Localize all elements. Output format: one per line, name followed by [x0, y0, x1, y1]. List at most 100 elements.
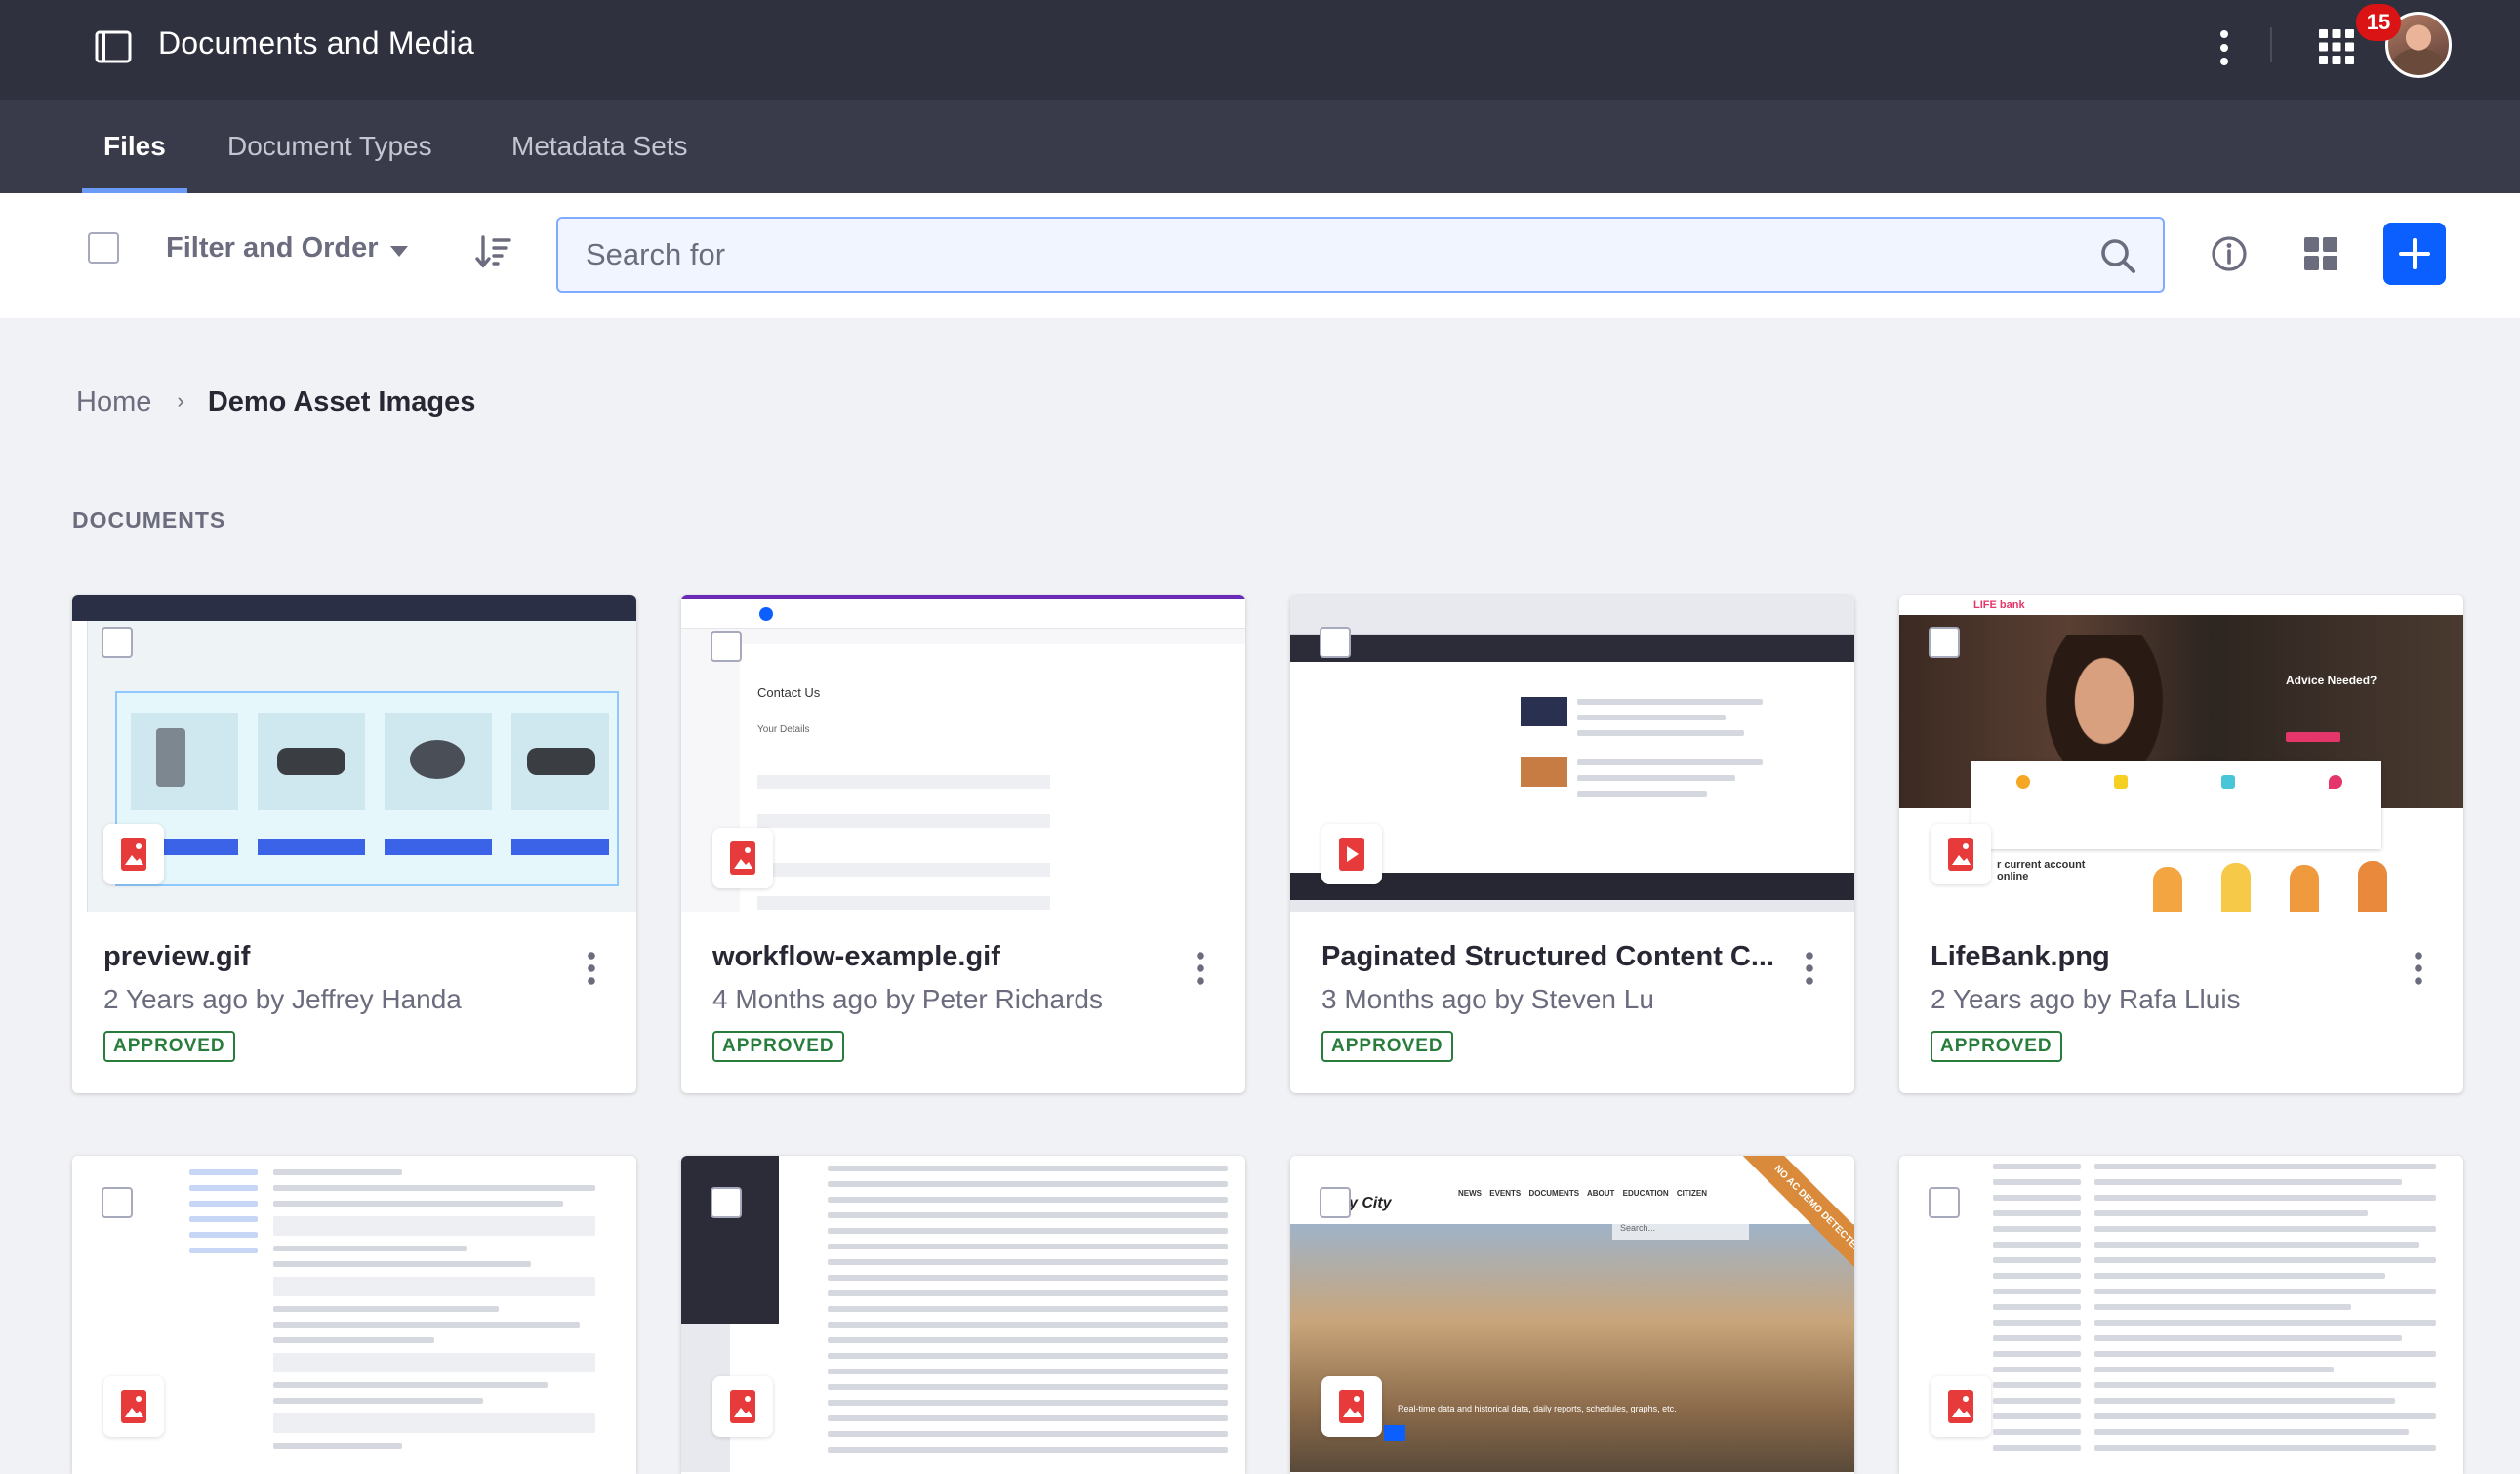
document-card[interactable] [1899, 1156, 2463, 1474]
page-title: Documents and Media [158, 25, 474, 61]
thumb-image-1 [1521, 697, 1567, 726]
document-thumbnail[interactable] [1290, 595, 1854, 912]
select-all-checkbox[interactable] [88, 232, 119, 264]
thumb-city-ribbon: NO AC DEMO DETECTED [1730, 1156, 1854, 1296]
sort-order-icon[interactable] [474, 232, 513, 271]
card-actions-kebab-icon[interactable] [1800, 949, 1819, 988]
cards-view-icon[interactable] [2303, 236, 2338, 271]
thumb-city-tagline: Real-time data and historical data, dail… [1398, 1404, 1677, 1413]
item-checkbox[interactable] [102, 1187, 133, 1218]
info-icon[interactable] [2210, 234, 2249, 273]
item-checkbox[interactable] [1929, 627, 1960, 658]
status-badge: APPROVED [1931, 1031, 2062, 1062]
thumb-text-2 [1577, 759, 1763, 806]
breadcrumb-home[interactable]: Home [76, 387, 151, 418]
thumb-city-search: Search... [1612, 1218, 1749, 1240]
applications-menu-icon[interactable] [2317, 27, 2356, 66]
management-toolbar: Filter and Order [0, 193, 2520, 318]
image-file-icon [712, 1376, 773, 1437]
document-card[interactable]: Paginated Structured Content C... 3 Mont… [1290, 595, 1854, 1093]
thumb-table-labels [1993, 1164, 2081, 1460]
thumb-topbar [681, 599, 1245, 629]
card-actions-kebab-icon[interactable] [582, 949, 601, 988]
item-checkbox[interactable] [102, 627, 133, 658]
image-file-icon [1931, 824, 1991, 884]
chevron-right-icon: › [177, 389, 184, 413]
document-name[interactable]: LifeBank.png [1931, 941, 2389, 973]
status-badge: APPROVED [1321, 1031, 1453, 1062]
app-header: Documents and Media 15 [0, 0, 2520, 100]
tab-metadata-sets[interactable]: Metadata Sets [511, 100, 688, 193]
thumb-browser-bar [1290, 595, 1854, 635]
thumb-image-2 [1521, 757, 1567, 787]
section-title: DOCUMENTS [72, 508, 226, 533]
document-name[interactable]: workflow-example.gif [712, 941, 1171, 973]
search-icon[interactable] [2098, 236, 2137, 275]
image-file-icon [1321, 1376, 1382, 1437]
document-thumbnail[interactable]: LIFE bank Advice Needed? r current accou… [1899, 595, 2463, 912]
product-menu-icon[interactable] [94, 29, 133, 64]
document-meta: 4 Months ago by Peter Richards [712, 984, 1103, 1014]
breadcrumb-current: Demo Asset Images [207, 387, 476, 418]
document-card[interactable]: Contact Us Your Details workflow-example… [681, 595, 1245, 1093]
document-card[interactable] [681, 1156, 1245, 1474]
thumb-product-grid [115, 691, 619, 886]
thumb-site-header [1290, 635, 1854, 662]
image-file-icon [103, 824, 164, 884]
status-badge: APPROVED [712, 1031, 844, 1062]
video-file-icon [1321, 824, 1382, 884]
thumb-form: Contact Us Your Details [740, 644, 1245, 912]
add-button[interactable] [2383, 223, 2446, 285]
thumb-cta: r current account online [1997, 859, 2086, 882]
header-divider [2270, 27, 2272, 62]
thumb-city-nav: NEWS EVENTS DOCUMENTS ABOUT EDUCATION CI… [1458, 1189, 1707, 1198]
search-input[interactable] [586, 232, 2050, 277]
thumb-topbar [72, 595, 636, 621]
item-checkbox[interactable] [1929, 1187, 1960, 1218]
card-actions-kebab-icon[interactable] [2409, 949, 2428, 988]
document-card[interactable]: LIFE bank Advice Needed? r current accou… [1899, 595, 2463, 1093]
thumb-table-lines [2094, 1164, 2436, 1460]
card-actions-kebab-icon[interactable] [1191, 949, 1210, 988]
item-checkbox[interactable] [711, 1187, 742, 1218]
thumb-illustration [2134, 857, 2456, 912]
notification-badge[interactable]: 15 [2356, 4, 2401, 41]
document-thumbnail[interactable] [681, 1156, 1245, 1472]
tab-files[interactable]: Files [82, 100, 187, 193]
document-name[interactable]: preview.gif [103, 941, 562, 973]
item-checkbox[interactable] [711, 631, 742, 662]
image-file-icon [712, 828, 773, 888]
document-thumbnail[interactable] [1899, 1156, 2463, 1472]
document-meta: 2 Years ago by Jeffrey Handa [103, 984, 462, 1014]
tab-document-types[interactable]: Document Types [227, 100, 432, 193]
thumb-dark-sidebar [681, 1156, 779, 1324]
document-name[interactable]: Paginated Structured Content C... [1321, 941, 1780, 973]
caret-down-icon[interactable] [390, 246, 408, 257]
breadcrumb: Home › Demo Asset Images [76, 387, 475, 419]
document-card[interactable] [72, 1156, 636, 1474]
thumb-city-logo: y City [1349, 1195, 1392, 1211]
filter-and-order-dropdown[interactable]: Filter and Order [166, 232, 379, 265]
options-kebab-icon[interactable] [2210, 25, 2239, 70]
document-thumbnail[interactable]: y City NEWS EVENTS DOCUMENTS ABOUT EDUCA… [1290, 1156, 1854, 1472]
thumb-nav-lines [189, 1169, 258, 1263]
document-thumbnail[interactable]: Contact Us Your Details [681, 595, 1245, 912]
search-bar [556, 217, 2165, 293]
item-checkbox[interactable] [1320, 1187, 1351, 1218]
thumb-table-lines [828, 1166, 1228, 1462]
image-file-icon [1931, 1376, 1991, 1437]
thumb-taskbar [1290, 900, 1854, 912]
thumb-features [1971, 761, 2381, 849]
document-thumbnail[interactable] [72, 595, 636, 912]
thumb-sidebar [72, 621, 88, 912]
document-card[interactable]: preview.gif 2 Years ago by Jeffrey Handa… [72, 595, 636, 1093]
thumb-city-button [1384, 1425, 1405, 1441]
thumb-content-lines [273, 1169, 595, 1458]
status-badge: APPROVED [103, 1031, 235, 1062]
item-checkbox[interactable] [1320, 627, 1351, 658]
document-card[interactable]: y City NEWS EVENTS DOCUMENTS ABOUT EDUCA… [1290, 1156, 1854, 1474]
navigation-bar: Files Document Types Metadata Sets [0, 100, 2520, 193]
document-meta: 2 Years ago by Rafa Lluis [1931, 984, 2241, 1014]
document-thumbnail[interactable] [72, 1156, 636, 1472]
document-meta: 3 Months ago by Steven Lu [1321, 984, 1654, 1014]
